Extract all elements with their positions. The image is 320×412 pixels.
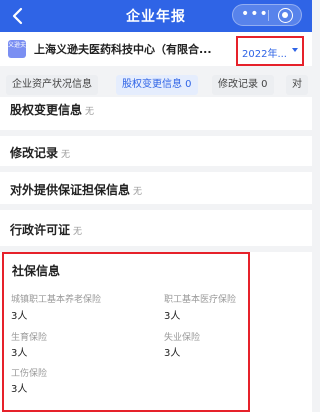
section-tabs: 企业资产状况信息 股权变更信息 0 修改记录 0 对 <box>0 73 312 97</box>
chevron-down-icon <box>292 48 298 52</box>
tab-assets[interactable]: 企业资产状况信息 <box>6 75 98 95</box>
more-icon[interactable]: ••• <box>241 7 268 23</box>
tab-guarantee[interactable]: 对 <box>286 75 308 95</box>
section-administrative-license[interactable]: 行政许可证无 <box>0 210 312 246</box>
tab-equity-change[interactable]: 股权变更信息 0 <box>116 75 198 95</box>
social-insurance-title: 社保信息 <box>12 264 61 278</box>
section-title: 对外提供保证担保信息 <box>10 183 131 197</box>
capsule-divider <box>268 10 269 21</box>
injury-insurance-value: 3人 <box>11 384 28 395</box>
close-circle-icon[interactable] <box>278 8 293 23</box>
empty-status: 无 <box>133 187 143 197</box>
year-selector[interactable]: 2022年... <box>236 36 304 66</box>
empty-status: 无 <box>61 150 71 160</box>
company-logo: 义逊夫 <box>8 40 26 58</box>
empty-status: 无 <box>73 227 83 237</box>
section-guarantee[interactable]: 对外提供保证担保信息无 <box>0 172 312 204</box>
section-title: 修改记录 <box>10 146 59 160</box>
mini-program-capsule: ••• <box>232 4 302 26</box>
pension-insurance-value: 3人 <box>11 311 28 322</box>
section-equity-change[interactable]: 股权变更信息无 <box>0 97 312 130</box>
tab-modification-records[interactable]: 修改记录 0 <box>212 75 274 95</box>
maternity-insurance-value: 3人 <box>11 348 28 359</box>
medical-insurance-label: 职工基本医疗保险 <box>164 295 237 305</box>
unemployment-insurance-value: 3人 <box>164 348 181 359</box>
injury-insurance-label: 工伤保险 <box>11 369 48 379</box>
section-modification-records[interactable]: 修改记录无 <box>0 136 312 166</box>
year-value: 2022年... <box>242 49 287 60</box>
company-name: 上海义逊夫医药科技中心（有限合... <box>34 43 212 56</box>
empty-status: 无 <box>85 107 95 117</box>
section-title: 行政许可证 <box>10 223 71 237</box>
company-header: 义逊夫 上海义逊夫医药科技中心（有限合... 2022年... <box>0 32 312 66</box>
navigation-bar: 企业年报 ••• <box>0 0 312 32</box>
medical-insurance-value: 3人 <box>164 311 181 322</box>
pension-insurance-label: 城镇职工基本养老保险 <box>11 295 102 305</box>
section-title: 股权变更信息 <box>10 103 83 117</box>
social-insurance-highlight: 社保信息 城镇职工基本养老保险 3人 职工基本医疗保险 3人 生育保险 3人 失… <box>2 252 250 412</box>
maternity-insurance-label: 生育保险 <box>11 333 48 343</box>
unemployment-insurance-label: 失业保险 <box>164 333 201 343</box>
